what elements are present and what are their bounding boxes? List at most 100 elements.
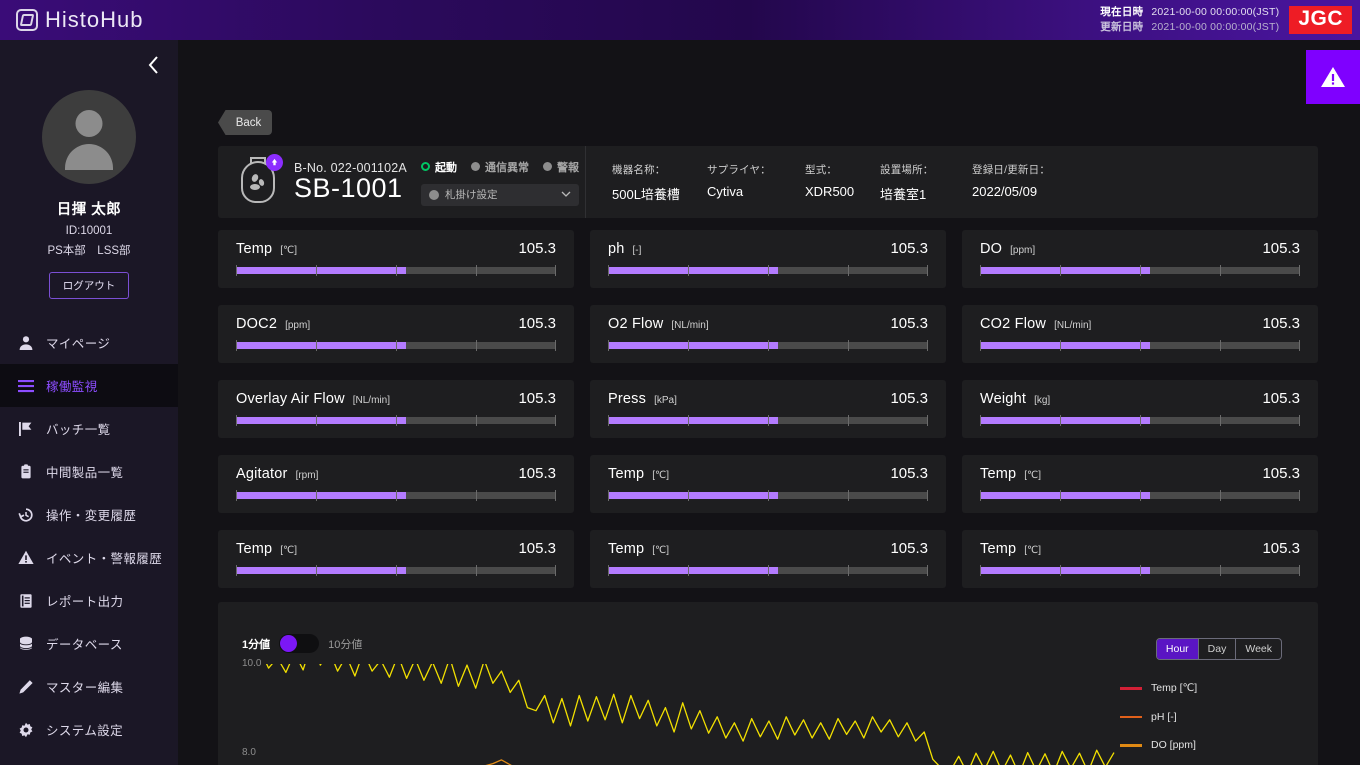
metric-value: 105.3 xyxy=(518,465,556,482)
alert-button[interactable] xyxy=(1306,50,1360,104)
metric-card-header: DOC2 [ppm] 105.3 xyxy=(236,315,556,332)
metric-card[interactable]: Temp [℃] 105.3 xyxy=(218,230,574,288)
legend-item[interactable]: pH [-] xyxy=(1120,703,1300,732)
sidebar-item-7[interactable]: レポート出力 xyxy=(0,579,178,622)
device-info-panel: B-No. 022-001102A SB-1001 起動 通信異常 警報 札掛け設定… xyxy=(218,146,1318,218)
document-icon xyxy=(17,592,34,609)
metric-card-header: ph [-] 105.3 xyxy=(608,240,928,257)
legend-item[interactable]: Temp [℃] xyxy=(1120,674,1300,703)
sidebar-item-9[interactable]: マスター編集 xyxy=(0,665,178,708)
metric-value: 105.3 xyxy=(1262,465,1300,482)
metric-progress-ticks xyxy=(608,490,928,501)
range-button-1[interactable]: Hour xyxy=(1156,639,1199,659)
metric-progress-ticks xyxy=(980,565,1300,576)
metric-label: CO2 Flow xyxy=(980,316,1047,332)
metric-unit: [rpm] xyxy=(295,470,319,481)
hamburger-icon xyxy=(17,377,34,394)
metric-label: Temp xyxy=(608,541,645,557)
histohub-logo-icon xyxy=(16,9,38,31)
metric-card-header: Temp [℃] 105.3 xyxy=(236,240,556,257)
database-icon xyxy=(17,635,34,652)
status-dot-icon xyxy=(470,162,480,171)
trend-plot-svg xyxy=(265,664,1115,765)
metric-progress-ticks xyxy=(236,265,556,276)
metric-card[interactable]: Temp [℃] 105.3 xyxy=(590,530,946,588)
metric-card[interactable]: Temp [℃] 105.3 xyxy=(590,455,946,513)
sidebar-item-label: 稼働監視 xyxy=(46,380,98,394)
sidebar-item-11[interactable]: バックアップ xyxy=(0,751,178,765)
sidebar-item-6[interactable]: イベント・警報履歴 xyxy=(0,536,178,579)
app-logo-text: HistoHub xyxy=(45,7,144,32)
metric-card[interactable]: Temp [℃] 105.3 xyxy=(218,530,574,588)
datetime-block: 現在日時 2021-00-00 00:00:00(JST) 更新日時 2021-… xyxy=(1100,5,1279,35)
sidebar-item-3[interactable]: バッチ一覧 xyxy=(0,407,178,450)
status-indicator-2: 通信異常 xyxy=(470,159,529,175)
legend-item[interactable]: DCO2 [ppm] xyxy=(1120,760,1300,765)
app-header: HistoHub 現在日時 2021-00-00 00:00:00(JST) 更… xyxy=(0,0,1360,40)
trend-plot: 10.0 8.0 xyxy=(242,658,1122,765)
metric-card[interactable]: Temp [℃] 105.3 xyxy=(962,455,1318,513)
metric-card[interactable]: DOC2 [ppm] 105.3 xyxy=(218,305,574,363)
metric-card[interactable]: CO2 Flow [NL/min] 105.3 xyxy=(962,305,1318,363)
logout-button[interactable]: ログアウト xyxy=(48,272,130,299)
metric-card[interactable]: Weight [kg] 105.3 xyxy=(962,380,1318,438)
metric-card[interactable]: Overlay Air Flow [NL/min] 105.3 xyxy=(218,380,574,438)
sidebar-item-10[interactable]: システム設定 xyxy=(0,708,178,751)
trend-chart-panel: 1分値 10分値 Hour Day Week 10.0 8.0 Temp [℃] pH… xyxy=(218,602,1318,765)
bioreactor-icon xyxy=(236,154,283,207)
metric-card[interactable]: Press [kPa] 105.3 xyxy=(590,380,946,438)
range-button-2[interactable]: Day xyxy=(1199,639,1237,659)
metric-value: 105.3 xyxy=(518,540,556,557)
sidebar-item-label: バッチ一覧 xyxy=(46,423,111,437)
interval-toggle-row: 1分値 10分値 xyxy=(242,634,362,653)
sidebar-item-2[interactable]: 稼働監視 xyxy=(0,364,178,407)
metric-card[interactable]: Temp [℃] 105.3 xyxy=(962,530,1318,588)
metric-card-header: Temp [℃] 105.3 xyxy=(608,540,928,557)
sidebar-item-label: イベント・警報履歴 xyxy=(46,552,163,566)
legend-item[interactable]: DO [ppm] xyxy=(1120,731,1300,760)
sidebar-nav: マイページ稼働監視バッチ一覧中間製品一覧 操作・変更履歴イベント・警報履歴レポート… xyxy=(0,321,178,765)
metric-card[interactable]: DO [ppm] 105.3 xyxy=(962,230,1318,288)
back-button[interactable]: Back xyxy=(218,110,272,135)
metric-progress-ticks xyxy=(236,415,556,426)
metric-card-header: Temp [℃] 105.3 xyxy=(608,465,928,482)
device-status-column: 起動 通信異常 警報 札掛け設定 xyxy=(420,159,579,206)
metric-card[interactable]: O2 Flow [NL/min] 105.3 xyxy=(590,305,946,363)
user-name: 日揮 太郎 xyxy=(56,202,122,218)
metric-card[interactable]: Agitator [rpm] 105.3 xyxy=(218,455,574,513)
current-datetime-row: 現在日時 2021-00-00 00:00:00(JST) xyxy=(1100,5,1279,20)
status-dot-icon xyxy=(542,162,552,171)
chart-legend: Temp [℃]pH [-]DO [ppm]DCO2 [ppm]O2 Flow … xyxy=(1120,674,1300,765)
sidebar-item-8[interactable]: データベース xyxy=(0,622,178,665)
metric-label: Press xyxy=(608,391,647,407)
tag-setting-select[interactable]: 札掛け設定 xyxy=(420,183,579,206)
updated-datetime-value: 2021-00-00 00:00:00(JST) xyxy=(1151,21,1280,33)
interval-toggle[interactable] xyxy=(279,634,320,653)
metric-progress-bar xyxy=(980,490,1300,501)
gear-icon xyxy=(17,721,34,738)
sidebar-collapse-button[interactable] xyxy=(142,54,164,76)
metric-progress-bar xyxy=(608,490,928,501)
metric-progress-bar xyxy=(608,340,928,351)
metric-progress-bar xyxy=(608,565,928,576)
device-field-1: 機器名称： 500L培養槽 xyxy=(612,162,707,203)
range-button-3[interactable]: Week xyxy=(1236,639,1281,659)
metric-unit: [ppm] xyxy=(285,320,311,331)
sidebar-item-5[interactable]: 操作・変更履歴 xyxy=(0,493,178,536)
device-field-value: 500L培養槽 xyxy=(612,186,680,202)
sidebar-item-label: データベース xyxy=(46,638,123,652)
sidebar-item-4[interactable]: 中間製品一覧 xyxy=(0,450,178,493)
warning-triangle-icon xyxy=(1321,67,1345,87)
metric-card-header: Agitator [rpm] 105.3 xyxy=(236,465,556,482)
legend-label: Temp [℃] xyxy=(1151,682,1198,695)
metric-value: 105.3 xyxy=(1262,240,1300,257)
metric-card[interactable]: ph [-] 105.3 xyxy=(590,230,946,288)
app-logo[interactable]: HistoHub xyxy=(0,7,143,33)
metric-card-header: CO2 Flow [NL/min] 105.3 xyxy=(980,315,1300,332)
sidebar-item-1[interactable]: マイページ xyxy=(0,321,178,364)
metric-label: Temp xyxy=(236,241,273,257)
metric-value: 105.3 xyxy=(890,540,928,557)
user-id: ID:10001 xyxy=(65,225,113,237)
metric-value: 105.3 xyxy=(518,315,556,332)
metric-progress-ticks xyxy=(236,565,556,576)
